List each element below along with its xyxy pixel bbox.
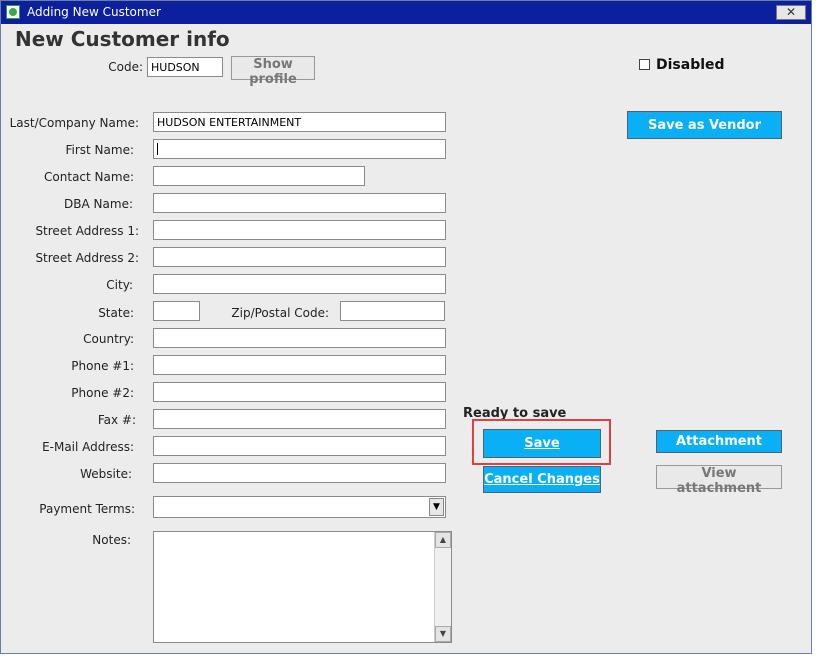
window-title: Adding New Customer [27, 5, 161, 19]
title-bar[interactable]: Adding New Customer ✕ [1, 1, 811, 24]
code-input[interactable] [147, 57, 223, 77]
notes-label: Notes: [92, 533, 131, 547]
street-address-1-input[interactable] [153, 220, 446, 240]
state-label: State: [98, 306, 134, 320]
last-company-name-input[interactable] [153, 112, 446, 132]
notes-textarea[interactable]: ▲ ▼ [153, 531, 452, 643]
attachment-button[interactable]: Attachment [656, 430, 782, 453]
customer-dialog: Adding New Customer ✕ New Customer info … [0, 0, 812, 654]
scroll-down-icon[interactable]: ▼ [435, 626, 451, 642]
website-input[interactable] [153, 463, 446, 483]
contact-name-label: Contact Name: [44, 170, 134, 184]
zip-input[interactable] [340, 301, 445, 321]
app-icon [6, 5, 20, 19]
last-company-name-label: Last/Company Name: [9, 116, 139, 130]
disabled-checkbox[interactable] [639, 59, 650, 70]
text-cursor [157, 143, 158, 155]
city-label: City: [106, 278, 133, 292]
website-label: Website: [80, 467, 132, 481]
phone2-label: Phone #2: [71, 386, 134, 400]
zip-label: Zip/Postal Code: [231, 306, 329, 320]
payment-terms-label: Payment Terms: [39, 502, 135, 516]
cancel-changes-button[interactable]: Cancel Changes [483, 466, 601, 493]
fax-label: Fax #: [97, 413, 136, 427]
city-input[interactable] [153, 274, 446, 294]
chevron-down-icon[interactable]: ▼ [429, 498, 444, 516]
phone1-input[interactable] [153, 355, 446, 375]
save-as-vendor-button[interactable]: Save as Vendor [627, 111, 782, 139]
payment-terms-select[interactable]: ▼ [153, 496, 446, 518]
phone2-input[interactable] [153, 382, 446, 402]
country-label: Country: [83, 332, 134, 346]
scroll-up-icon[interactable]: ▲ [435, 532, 451, 548]
email-input[interactable] [153, 436, 446, 456]
fax-input[interactable] [153, 409, 446, 429]
street-address-1-label: Street Address 1: [35, 224, 139, 238]
view-attachment-button[interactable]: View attachment [656, 465, 782, 496]
close-button[interactable]: ✕ [776, 5, 806, 20]
state-input[interactable] [153, 301, 200, 321]
street-address-2-label: Street Address 2: [35, 251, 139, 265]
street-address-2-input[interactable] [153, 247, 446, 267]
dba-name-input[interactable] [153, 193, 446, 213]
country-input[interactable] [153, 328, 446, 348]
save-button[interactable]: Save [483, 429, 601, 458]
first-name-label: First Name: [65, 143, 134, 157]
page-title: New Customer info [15, 27, 230, 51]
code-label: Code: [108, 60, 143, 74]
notes-scrollbar[interactable]: ▲ ▼ [434, 532, 451, 642]
first-name-input[interactable] [153, 139, 446, 159]
show-profile-button[interactable]: Show profile [231, 56, 315, 87]
phone1-label: Phone #1: [71, 359, 134, 373]
email-label: E-Mail Address: [42, 440, 134, 454]
dba-name-label: DBA Name: [64, 197, 133, 211]
disabled-label: Disabled [656, 57, 725, 73]
contact-name-input[interactable] [153, 166, 365, 186]
